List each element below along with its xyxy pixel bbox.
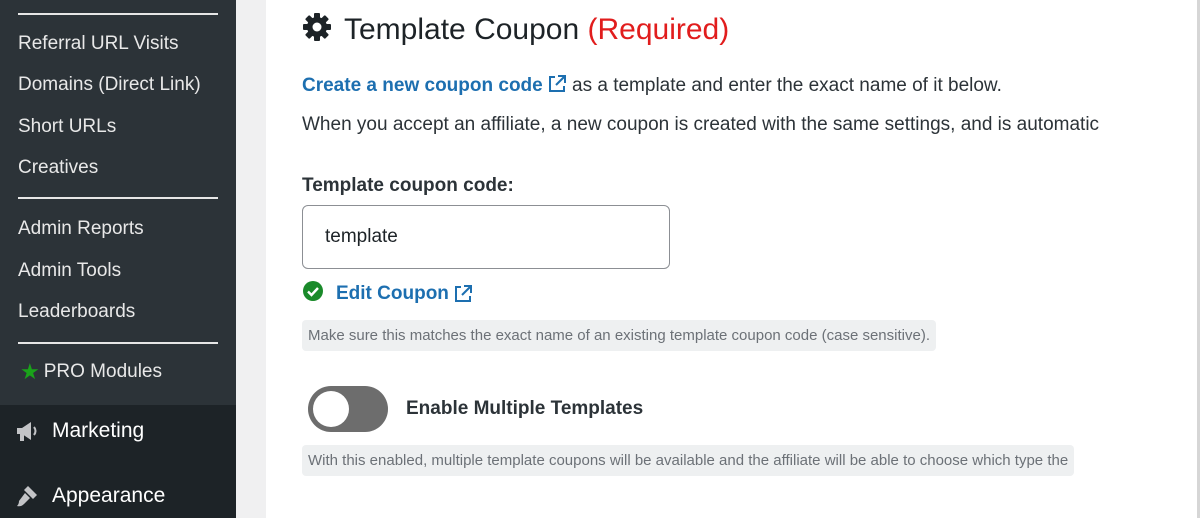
sidebar-item-short-urls[interactable]: Short URLs <box>18 116 116 138</box>
sidebar-menu-label: Appearance <box>52 484 166 507</box>
sidebar-item-label: PRO Modules <box>43 361 163 382</box>
sidebar-item-leaderboards[interactable]: Leaderboards <box>18 301 135 323</box>
sidebar-menu-appearance[interactable]: Appearance <box>0 470 236 518</box>
sidebar-divider <box>18 342 218 344</box>
required-label: (Required) <box>587 12 730 46</box>
template-coupon-input[interactable] <box>302 205 670 269</box>
sidebar-item-admin-tools[interactable]: Admin Tools <box>18 260 121 282</box>
create-coupon-instructions: Create a new coupon code as a template a… <box>302 74 1002 97</box>
edit-coupon-row: Edit Coupon <box>302 280 473 307</box>
sidebar-item-pro-modules[interactable]: ★ PRO Modules <box>20 361 162 383</box>
sidebar-item-domains[interactable]: Domains (Direct Link) <box>18 74 201 96</box>
sidebar-menu-label: Marketing <box>52 419 145 442</box>
settings-panel: Template Coupon (Required) Create a new … <box>266 0 1200 518</box>
sidebar-divider <box>18 13 218 15</box>
multiple-templates-label: Enable Multiple Templates <box>406 398 644 419</box>
section-description: When you accept an affiliate, a new coup… <box>302 114 1100 135</box>
multiple-templates-row: Enable Multiple Templates <box>308 386 643 432</box>
paintbrush-icon <box>14 483 40 509</box>
coupon-match-hint: Make sure this matches the exact name of… <box>302 320 936 351</box>
check-circle-icon <box>302 280 324 307</box>
template-coupon-label: Template coupon code: <box>302 175 514 196</box>
star-icon: ★ <box>20 359 40 384</box>
sidebar-divider <box>18 197 218 199</box>
external-link-icon <box>548 75 566 92</box>
edit-coupon-link[interactable]: Edit Coupon <box>336 283 473 305</box>
create-coupon-link[interactable]: Create a new coupon code <box>302 75 567 96</box>
sidebar-item-referral-url-visits[interactable]: Referral URL Visits <box>18 33 179 55</box>
sidebar-menu-marketing[interactable]: Marketing <box>0 405 236 471</box>
megaphone-icon <box>14 418 40 444</box>
gear-icon <box>302 12 332 47</box>
multiple-templates-toggle[interactable] <box>308 386 388 432</box>
external-link-icon <box>454 284 472 302</box>
sidebar-item-admin-reports[interactable]: Admin Reports <box>18 218 144 240</box>
section-title: Template Coupon (Required) <box>344 12 730 46</box>
multiple-templates-hint: With this enabled, multiple template cou… <box>302 445 1075 476</box>
create-coupon-suffix: as a template and enter the exact name o… <box>566 75 1002 96</box>
section-header: Template Coupon (Required) <box>302 12 729 47</box>
admin-sidebar: Referral URL Visits Domains (Direct Link… <box>0 0 236 518</box>
toggle-knob <box>313 391 349 427</box>
sidebar-item-creatives[interactable]: Creatives <box>18 157 98 179</box>
content-gutter <box>236 0 266 518</box>
